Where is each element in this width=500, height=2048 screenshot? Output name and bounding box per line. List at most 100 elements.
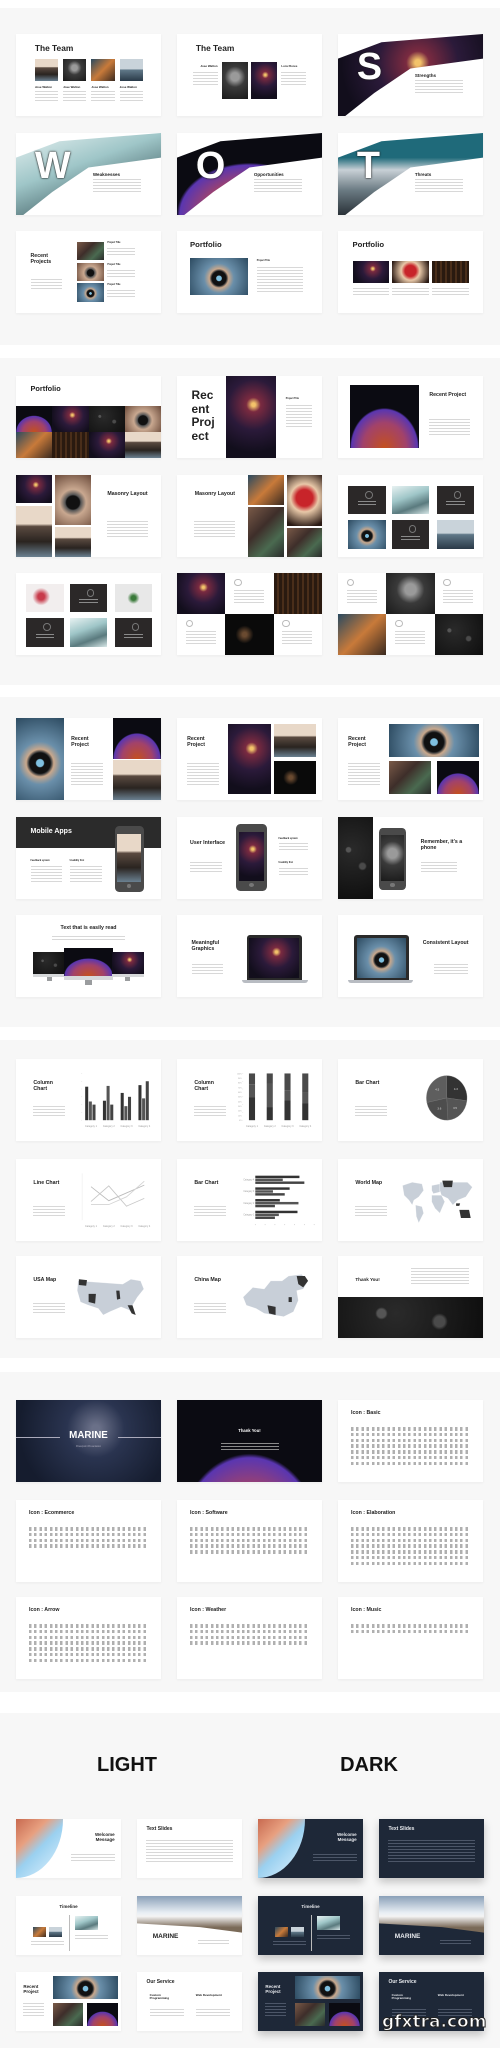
slide-icons[interactable]: Icon : Elaboration (338, 1500, 483, 1582)
slide-map[interactable]: World Map (338, 1159, 483, 1241)
placeholder-text (432, 288, 469, 297)
bar (102, 1100, 106, 1121)
slide-timeline[interactable]: Timeline (258, 1896, 363, 1955)
chart-label: Category 4 (299, 1124, 311, 1128)
slide-checker[interactable] (177, 573, 322, 655)
slide-map[interactable]: China Map (177, 1256, 322, 1338)
slide-team2[interactable]: The Team Jose Walton Lora Flores (177, 34, 322, 116)
slide-icons[interactable]: Icon : Ecommerce (16, 1500, 161, 1582)
slide-marine[interactable]: MARINE (137, 1896, 242, 1955)
icon-grid-row (190, 1641, 309, 1645)
slide-masonryR[interactable]: Masonry Layout (177, 475, 322, 557)
chart-label: 50% (238, 1096, 242, 1098)
slide-icons[interactable]: Icon : Weather (177, 1597, 322, 1679)
monitor-stand (46, 977, 52, 982)
slide-swot[interactable]: S Strengths (338, 34, 483, 116)
placeholder-text (194, 520, 235, 539)
chart-label: Category 1 (85, 1224, 97, 1228)
laptop-base (242, 979, 308, 984)
slide-checker[interactable] (338, 573, 483, 655)
icon-grid-row (351, 1444, 470, 1448)
slide-swot[interactable]: O Opportunities (177, 133, 322, 215)
placeholder-text (346, 590, 377, 604)
project-title: Project Title (107, 284, 121, 287)
slide-userInterface[interactable]: User Interface Feedback system Usability f… (177, 817, 322, 899)
slide-thanksLeaves[interactable]: Thank You! (338, 1256, 483, 1338)
slide-tiles6[interactable] (16, 573, 161, 655)
slide-timeline[interactable]: Timeline (16, 1896, 121, 1955)
slide-title: Text that is easily read (60, 924, 117, 931)
slide-title: Welcome Message (95, 1831, 115, 1843)
photo-heart (287, 475, 322, 526)
slide-chart[interactable]: Line Chart Category 1 Category 2 Category 3… (16, 1159, 161, 1241)
chart-label: 3.6 (437, 1106, 441, 1110)
photo-night (227, 723, 272, 795)
dark-tile (436, 485, 475, 515)
slide-textMonitors[interactable]: Text that is easily read (16, 915, 161, 997)
x-tick (254, 1224, 256, 1225)
chart-label: 20% (238, 1111, 242, 1113)
slide-chart[interactable]: Bar Chart 4.3 3.5 3.6 4.5 (338, 1059, 483, 1141)
bar-segment (266, 1083, 273, 1107)
slide-title: Weaknesses (92, 171, 121, 177)
photo-cover (16, 1400, 161, 1482)
slide-recentBig[interactable]: Rec ent Proj ect Project Title (177, 376, 322, 458)
slide-marine[interactable]: MARINE (379, 1896, 484, 1955)
placeholder-text (355, 1105, 388, 1116)
slide-icons[interactable]: Icon : Music (338, 1597, 483, 1679)
x-tick (274, 1224, 276, 1225)
slide-title: Thank You! (238, 1427, 261, 1433)
slide-welcome[interactable]: Welcome Message (16, 1819, 121, 1878)
slide-thanksDome[interactable]: Thank You! (177, 1400, 322, 1482)
slide-service[interactable]: Our Service Custom Programming Web Develop… (137, 1972, 242, 2031)
phone-mockup (378, 827, 407, 890)
slide-portfolioGrid[interactable]: Portfolio (16, 376, 161, 458)
placeholder-text (107, 248, 135, 257)
slide-title: Column Chart (33, 1079, 53, 1092)
slide-recentProjects[interactable]: Recent Projects Project Title Project Titl… (16, 231, 161, 313)
slide-cover[interactable]: MARINE Powerpoint Presentation (16, 1400, 161, 1482)
slide-map[interactable]: USA Map (16, 1256, 161, 1338)
chart-label: Category 4 (243, 1178, 255, 1181)
slide-chart[interactable]: Column Chart Category 1 Category 2 Category… (177, 1059, 322, 1141)
slide-textSlides[interactable]: Text Slides (137, 1819, 242, 1878)
slide-recentDome[interactable]: Recent Project (338, 376, 483, 458)
slide-title: Portfolio (352, 239, 385, 249)
slide-title: Recent Projects (30, 253, 52, 266)
slide-icons[interactable]: Icon : Basic (338, 1400, 483, 1482)
slide-swot[interactable]: T Threats (338, 133, 483, 215)
text-cell (225, 573, 273, 614)
slide-title: Welcome Message (337, 1831, 357, 1843)
slide-phone[interactable]: Remember, it's a phone (338, 817, 483, 899)
slide-laptopLeft[interactable]: Meaningful Graphics (177, 915, 322, 997)
slide-icons[interactable]: Icon : Arrow (16, 1597, 161, 1679)
slide-mobileApps[interactable]: Mobile Apps Feedback system Usability firs… (16, 817, 161, 899)
slide-laptopRight[interactable]: Consistent Layout (338, 915, 483, 997)
slide-portfolio1[interactable]: Portfolio Project Title (177, 231, 322, 313)
slide-portfolio3[interactable]: Portfolio (338, 231, 483, 313)
slide-team4[interactable]: The Team Jose Walton Jose Walton Jose Walto… (16, 34, 161, 116)
slide-chart[interactable]: Bar Chart Category 1 Category 2 Category 3C… (177, 1159, 322, 1241)
slide-recentLens[interactable]: Recent Project (16, 718, 161, 800)
slide-chart[interactable]: Column Chart Category 1 Category 2 Category… (16, 1059, 161, 1141)
slide-recentC[interactable]: Recent Project (338, 718, 483, 800)
slide-recentSm[interactable]: Recent Project (16, 1972, 121, 2031)
slide-title: The Team (195, 42, 235, 53)
placeholder-text (446, 501, 465, 506)
slide-welcome[interactable]: Welcome Message (258, 1819, 363, 1878)
slide-recentB[interactable]: Recent Project (177, 718, 322, 800)
slide-swot[interactable]: W Weaknesses (16, 133, 161, 215)
slide-tiles6[interactable] (338, 475, 483, 557)
icon-grid-row (351, 1538, 470, 1543)
placeholder-text (410, 1268, 469, 1285)
world-map (402, 1180, 473, 1224)
slide-recentSm[interactable]: Recent Project (258, 1972, 363, 2031)
photo-coast (117, 833, 141, 883)
slide-masonryL[interactable]: Masonry Layout (16, 475, 161, 557)
chart-label: Category 3 (282, 1124, 294, 1128)
slide-title: The Team (34, 42, 74, 53)
photo-dome (16, 405, 53, 432)
placeholder-text (439, 1939, 472, 1945)
slide-icons[interactable]: Icon : Software (177, 1500, 322, 1582)
slide-textSlides[interactable]: Text Slides (379, 1819, 484, 1878)
